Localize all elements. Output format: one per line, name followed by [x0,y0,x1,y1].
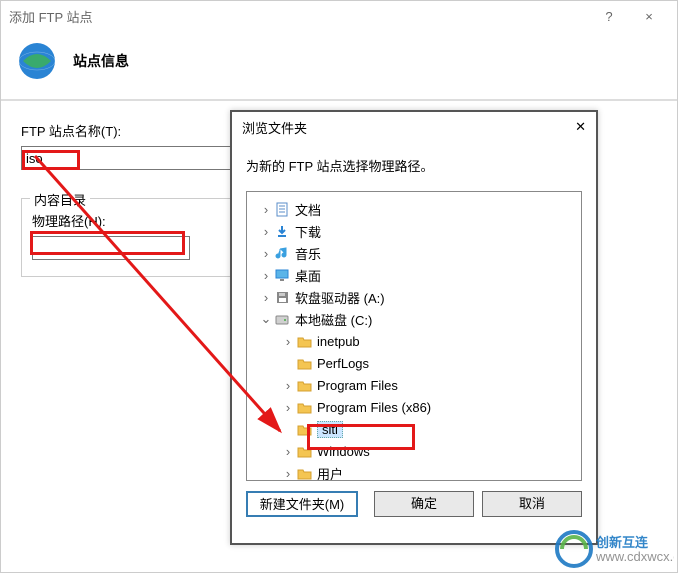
tree-item[interactable]: › 文档 [249,198,579,220]
folder-icon [295,466,313,481]
tree-item-label: 本地磁盘 (C:) [295,310,372,329]
help-button[interactable]: ? [589,9,629,24]
folder-tree[interactable]: ›文档›下载›音乐›桌面›软盘驱动器 (A:)⌄本地磁盘 (C:)›inetpu… [246,191,582,481]
music-icon [273,246,291,261]
folder-icon [295,356,313,371]
tree-item-label: PerfLogs [317,356,369,371]
physical-path-input[interactable] [32,236,190,260]
document-icon [273,202,291,217]
tree-item-label: inetpub [317,334,360,349]
download-icon [273,224,291,239]
tree-item-label: Windows [317,444,370,459]
tree-item-label: 音乐 [295,244,321,263]
tree-item-label: 文档 [295,200,321,219]
tree-item-label: siti [317,421,343,438]
tree-item[interactable]: › Program Files (x86) [249,396,579,418]
disk-icon [273,312,291,327]
chevron-down-icon[interactable]: ⌄ [259,311,273,327]
physical-path-label: 物理路径(H): [32,211,220,230]
browse-titlebar: 浏览文件夹 ✕ [232,112,596,142]
tree-item[interactable]: › Windows [249,440,579,462]
watermark-logo: 创新互连 www.cdxwcx.com [554,529,674,569]
close-button[interactable]: ✕ [562,119,586,135]
tree-item-label: Program Files (x86) [317,400,431,415]
main-titlebar: 添加 FTP 站点 ? × [1,1,677,31]
globe-icon [15,39,59,83]
floppy-icon [273,290,291,305]
chevron-right-icon[interactable]: › [259,246,273,261]
chevron-right-icon[interactable]: › [259,202,273,217]
tree-item[interactable]: › 桌面 [249,264,579,286]
cancel-button[interactable]: 取消 [482,491,582,517]
svg-text:创新互连: 创新互连 [595,535,649,550]
browse-folder-dialog: 浏览文件夹 ✕ 为新的 FTP 站点选择物理路径。 › 文档 › 下载 › 音乐 › 桌面 › 软… [230,110,598,545]
folder-icon [295,400,313,415]
tree-item-label: 下载 [295,222,321,241]
folder-icon [295,378,313,393]
page-title: 站点信息 [73,51,129,71]
svg-text:www.cdxwcx.com: www.cdxwcx.com [595,549,674,564]
tree-item-label: Program Files [317,378,398,393]
chevron-right-icon[interactable]: › [281,378,295,393]
tree-item-label: 软盘驱动器 (A:) [295,288,385,307]
tree-item-label: 桌面 [295,266,321,285]
tree-item[interactable]: › Program Files [249,374,579,396]
tree-item[interactable]: siti [249,418,579,440]
new-folder-button[interactable]: 新建文件夹(M) [246,491,358,517]
tree-item-label: 用户 [317,464,343,482]
tree-item[interactable]: › inetpub [249,330,579,352]
tree-item[interactable]: ⌄ 本地磁盘 (C:) [249,308,579,330]
chevron-right-icon[interactable]: › [281,444,295,459]
chevron-right-icon[interactable]: › [259,290,273,305]
folder-icon [295,444,313,459]
browse-message: 为新的 FTP 站点选择物理路径。 [246,156,582,175]
header-area: 站点信息 [1,31,677,101]
chevron-right-icon[interactable]: › [281,466,295,481]
content-dir-group: 内容目录 物理路径(H): [21,198,231,277]
tree-item[interactable]: › 用户 [249,462,579,481]
window-title: 添加 FTP 站点 [9,7,589,26]
chevron-right-icon[interactable]: › [259,224,273,239]
close-button[interactable]: × [629,9,669,24]
desktop-icon [273,268,291,283]
chevron-right-icon[interactable]: › [281,400,295,415]
chevron-right-icon[interactable]: › [281,334,295,349]
group-label: 内容目录 [30,190,90,209]
site-name-input[interactable] [21,146,231,170]
tree-item[interactable]: PerfLogs [249,352,579,374]
tree-item[interactable]: › 音乐 [249,242,579,264]
chevron-right-icon[interactable]: › [259,268,273,283]
folder-icon [295,422,313,437]
ok-button[interactable]: 确定 [374,491,474,517]
folder-icon [295,334,313,349]
tree-item[interactable]: › 下载 [249,220,579,242]
browse-title: 浏览文件夹 [242,118,562,137]
tree-item[interactable]: › 软盘驱动器 (A:) [249,286,579,308]
